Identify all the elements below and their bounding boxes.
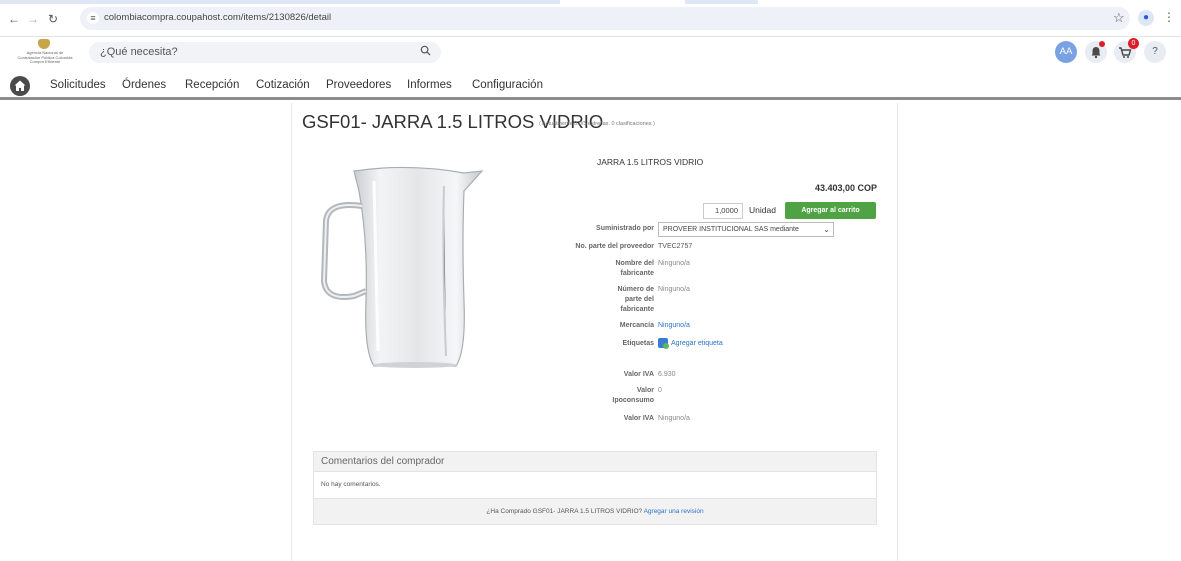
url-text[interactable]: colombiacompra.coupahost.com/items/21308… <box>104 12 331 23</box>
nav-proveedores[interactable]: Proveedores <box>326 79 391 91</box>
manufacturer-label: Nombre del fabricante <box>615 260 654 277</box>
reload-icon[interactable]: ↻ <box>46 12 60 26</box>
address-bar[interactable]: ≡ colombiacompra.coupahost.com/items/213… <box>80 7 1130 30</box>
supplier-part-label: No. parte del proveedor <box>575 243 654 250</box>
manufacturer-value: Ninguno/a <box>658 260 690 267</box>
tab-strip <box>0 0 1181 4</box>
review-question: ¿Ha Comprado GSF01- JARRA 1.5 LITROS VID… <box>486 508 643 515</box>
nav-informes[interactable]: Informes <box>407 79 452 91</box>
nav-recepcion[interactable]: Recepción <box>185 79 239 91</box>
rating-note: ( Actualmente 0.0/5 estrellas. 0 clasifi… <box>539 121 655 127</box>
ipoconsumo-value: 0 <box>658 387 662 394</box>
product-name: JARRA 1.5 LITROS VIDRIO <box>597 157 704 167</box>
bookmark-star-icon[interactable]: ☆ <box>1113 10 1125 26</box>
iva-label-2: Valor IVA <box>623 415 654 422</box>
review-prompt: ¿Ha Comprado GSF01- JARRA 1.5 LITROS VID… <box>314 498 876 524</box>
main-nav: Solicitudes Órdenes Recepción Cotización… <box>0 74 1181 100</box>
iva-value-2: Ninguno/a <box>658 415 690 422</box>
crest-icon <box>38 39 50 49</box>
nav-configuracion[interactable]: Configuración <box>472 79 543 91</box>
product-price: 43.403,00 COP <box>814 183 877 193</box>
no-comments-text: No hay comentarios. <box>321 481 381 488</box>
browser-toolbar: ← → ↻ ≡ colombiacompra.coupahost.com/ite… <box>0 0 1181 37</box>
comments-header: Comentarios del comprador <box>314 452 876 472</box>
ipoconsumo-label: Valor Ipoconsumo <box>612 387 654 404</box>
home-icon[interactable] <box>10 76 30 96</box>
search-icon[interactable] <box>420 45 431 56</box>
notification-dot <box>1099 41 1105 47</box>
nav-cotizacion[interactable]: Cotización <box>256 79 310 91</box>
commodity-label: Mercancía <box>619 322 654 329</box>
item-detail-panel: GSF01- JARRA 1.5 LITROS VIDRIO ( Actualm… <box>291 103 898 561</box>
supplier-value: PROVEER INSTITUCIONAL SAS mediante <box>663 226 799 233</box>
agency-logo[interactable]: Agencia Nacional de Contratación Pública… <box>17 38 73 68</box>
tag-icon <box>658 338 669 349</box>
unit-label: Unidad <box>749 205 776 215</box>
add-to-cart-button[interactable]: Agregar al carrito <box>785 202 876 219</box>
user-avatar[interactable]: AA <box>1055 41 1077 63</box>
site-info-icon[interactable]: ≡ <box>87 12 99 24</box>
search-input[interactable]: ¿Qué necesita? <box>89 42 441 63</box>
add-tag-text: Agregar etiqueta <box>671 339 723 347</box>
manufacturer-part-label: Número de parte del fabricante <box>617 286 654 313</box>
nav-solicitudes[interactable]: Solicitudes <box>50 79 106 91</box>
product-image[interactable] <box>314 161 484 371</box>
quantity-input[interactable]: 1,0000 <box>703 203 743 219</box>
logo-text: Agencia Nacional de Contratación Pública… <box>17 50 73 64</box>
tags-label: Etiquetas <box>622 340 654 347</box>
supplier-part-value: TVEC2757 <box>658 243 693 250</box>
search-placeholder: ¿Qué necesita? <box>100 46 178 58</box>
commodity-link[interactable]: Ninguno/a <box>658 321 690 331</box>
iva-label: Valor IVA <box>623 371 654 378</box>
supplier-label: Suministrado por <box>596 225 654 232</box>
notifications-button[interactable] <box>1085 41 1107 63</box>
buyer-comments-panel: Comentarios del comprador No hay comenta… <box>313 451 877 525</box>
cart-count-badge: 0 <box>1128 38 1139 49</box>
nav-ordenes[interactable]: Órdenes <box>122 79 166 91</box>
supplier-select[interactable]: PROVEER INSTITUCIONAL SAS mediante ⌄ <box>658 222 834 237</box>
browser-menu-icon[interactable]: ⋮ <box>1163 10 1175 24</box>
add-tag-link[interactable]: Agregar etiqueta <box>658 338 723 349</box>
app-header: Agencia Nacional de Contratación Pública… <box>0 38 1181 69</box>
help-button[interactable]: ? <box>1144 41 1166 63</box>
iva-value: 6.930 <box>658 371 676 378</box>
chevron-down-icon: ⌄ <box>821 223 830 236</box>
manufacturer-part-value: Ninguno/a <box>658 286 690 293</box>
cart-button[interactable]: 0 <box>1114 38 1139 63</box>
forward-icon[interactable]: → <box>26 12 40 26</box>
back-icon[interactable]: ← <box>7 12 21 26</box>
add-review-link[interactable]: Agregar una revisión <box>644 508 704 515</box>
browser-profile-icon[interactable]: ● <box>1138 10 1154 26</box>
